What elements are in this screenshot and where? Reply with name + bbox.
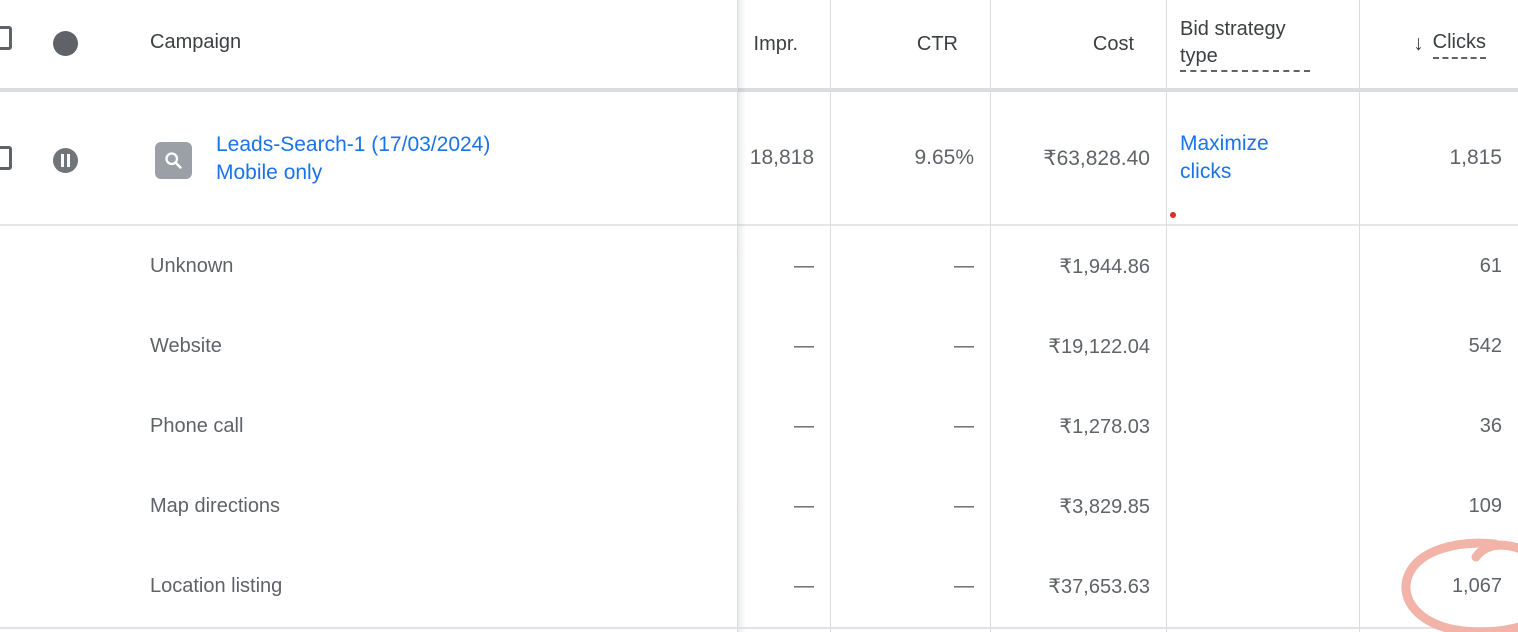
row-impr-value: — [794, 334, 814, 357]
row-cost-value: ₹1,278.03 [1059, 415, 1150, 438]
row-impr-value: — [794, 574, 814, 597]
column-divider-impr [830, 0, 831, 632]
bid-strategy-type-link[interactable]: Maximize clicks [1180, 130, 1298, 186]
row-cost-value: ₹37,653.63 [1048, 575, 1150, 598]
search-campaign-icon [155, 142, 192, 179]
campaign-impr-value: 18,818 [749, 146, 814, 169]
table-row[interactable]: Website — — ₹19,122.04 542 [0, 306, 1518, 386]
campaign-ctr-value: 9.65% [914, 146, 974, 169]
table-row[interactable]: Map directions — — ₹3,829.85 109 [0, 466, 1518, 546]
select-all-checkbox[interactable] [0, 26, 12, 50]
table-row[interactable]: Unknown — — ₹1,944.86 61 [0, 226, 1518, 306]
column-divider-bid [1359, 0, 1360, 632]
campaign-bid-strategy-cell: Maximize clicks [1167, 92, 1359, 224]
pause-icon[interactable] [53, 148, 78, 173]
row-label: Unknown [150, 254, 234, 277]
column-header-cost-label: Cost [1092, 32, 1134, 55]
row-clicks-value: 542 [1468, 334, 1502, 357]
campaign-cost-value: ₹63,828.40 [1043, 146, 1150, 170]
column-divider-cost [1166, 0, 1167, 632]
table-row[interactable]: Location listing — — ₹37,653.63 1,067 [0, 546, 1518, 626]
row-impr-value: — [794, 414, 814, 437]
table-row[interactable]: Phone call — — ₹1,278.03 36 [0, 386, 1518, 466]
campaign-table-screen: Campaign Impr. CTR Cost Bid strategy typ… [0, 0, 1518, 632]
column-header-impr-label: Impr. [753, 32, 798, 55]
row-ctr-value: — [954, 254, 974, 277]
column-divider-campaign [737, 0, 738, 632]
column-header-ctr-label: CTR [916, 32, 958, 55]
row-clicks-value: 36 [1479, 414, 1502, 437]
column-header-bid-strategy-type-label: Bid strategy type [1180, 16, 1310, 72]
row-impr-value: — [794, 254, 814, 277]
campaign-clicks-value: 1,815 [1449, 146, 1502, 169]
row-ctr-value: — [954, 334, 974, 357]
row-label: Map directions [150, 494, 281, 517]
campaign-subtitle-link[interactable]: Mobile only [216, 159, 716, 187]
row-cost-value: ₹19,122.04 [1048, 335, 1150, 358]
row-clicks-value: 109 [1468, 494, 1502, 517]
column-header-ctr[interactable]: CTR [831, 0, 990, 88]
column-header-clicks[interactable]: ↓ Clicks [1360, 0, 1518, 88]
column-header-cost[interactable]: Cost [991, 0, 1166, 88]
column-header-clicks-label: Clicks [1432, 29, 1486, 59]
row-clicks-value: 1,067 [1451, 574, 1502, 597]
row-ctr-value: — [954, 574, 974, 597]
row-ctr-value: — [954, 494, 974, 517]
row-label: Location listing [150, 574, 283, 597]
column-header-bid-strategy-type[interactable]: Bid strategy type [1167, 0, 1359, 88]
row-ctr-value: — [954, 414, 974, 437]
column-divider-ctr [990, 0, 991, 632]
table-bottom-border [0, 627, 1518, 629]
column-header-campaign[interactable]: Campaign [150, 31, 241, 54]
status-circle-icon [53, 31, 78, 56]
campaign-name-block: Leads-Search-1 (17/03/2024) Mobile only [216, 131, 716, 187]
row-impr-value: — [794, 494, 814, 517]
campaign-name-link[interactable]: Leads-Search-1 (17/03/2024) [216, 131, 716, 159]
row-cost-value: ₹3,829.85 [1059, 495, 1150, 518]
row-select-checkbox[interactable] [0, 146, 12, 170]
sort-descending-arrow-icon: ↓ [1413, 32, 1424, 56]
row-label: Website [150, 334, 222, 357]
row-clicks-value: 61 [1479, 254, 1502, 277]
notification-dot-icon [1170, 212, 1176, 218]
row-label: Phone call [150, 414, 244, 437]
row-cost-value: ₹1,944.86 [1059, 255, 1150, 278]
column-header-impr[interactable]: Impr. [738, 0, 830, 88]
table-header-row: Campaign Impr. CTR Cost Bid strategy typ… [0, 0, 1518, 88]
